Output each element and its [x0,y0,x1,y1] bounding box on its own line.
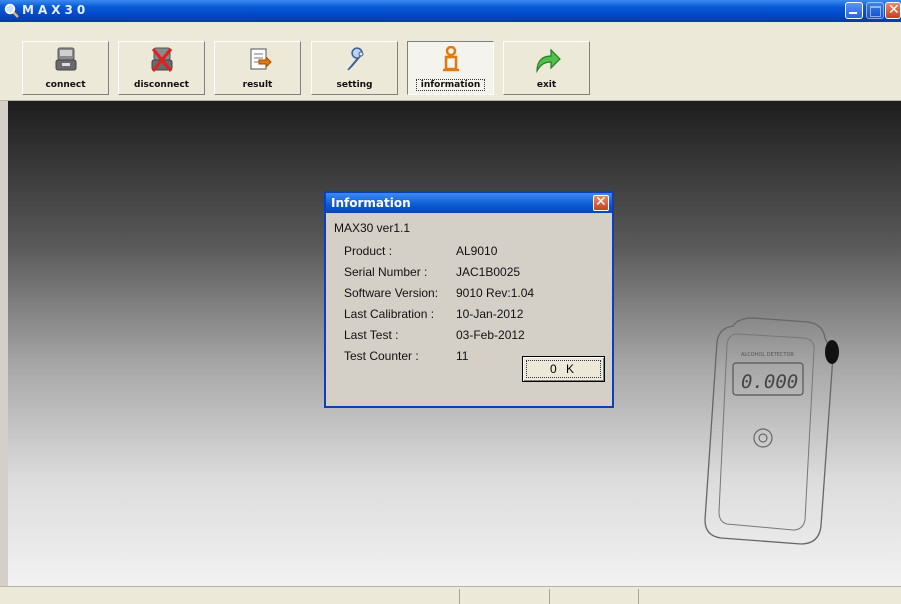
connect-icon [55,47,77,71]
exit-button[interactable]: exit [503,41,590,95]
exit-label: exit [536,80,557,90]
device-brand-text: ALCOHOL DETECTOR [741,352,794,358]
dialog-title: Information [331,196,411,210]
info-key: Last Test : [344,328,399,342]
toolbar: connect disconnect result setting inform… [0,22,901,101]
maximize-icon [870,6,881,17]
window-title: MAX30 [22,3,90,17]
dialog-title-bar[interactable]: Information ✕ [326,193,612,213]
result-label: result [242,80,273,90]
information-label: information [416,79,485,91]
close-icon: ✕ [888,2,900,18]
magnifier-icon [4,3,19,18]
info-key: Last Calibration : [344,307,435,321]
info-key: Product : [344,244,393,258]
status-bar [0,586,901,604]
maximize-button[interactable] [866,2,884,19]
focus-rect [526,360,601,378]
connect-label: connect [45,80,86,90]
info-key: Software Version: [344,286,439,300]
info-value: AL9010 [456,244,498,258]
result-button[interactable]: result [214,41,301,95]
information-icon [443,46,459,72]
status-divider [638,589,639,604]
setting-button[interactable]: setting [311,41,398,95]
status-divider [459,589,460,604]
device-reading: 0.000 [741,371,798,393]
disconnect-button[interactable]: disconnect [118,41,205,95]
ok-button[interactable]: 0 K [522,356,605,382]
connect-button[interactable]: connect [22,41,109,95]
information-dialog[interactable]: Information ✕ MAX30 ver1.1 Product : AL9… [324,191,614,408]
information-button[interactable]: information [407,41,494,95]
info-value: 11 [456,349,469,363]
minimize-icon [849,12,857,14]
disconnect-icon [151,47,173,72]
info-value: JAC1B0025 [456,265,521,279]
minimize-button[interactable] [845,2,863,19]
close-window-button[interactable]: ✕ [885,2,901,19]
info-value: 9010 Rev:1.04 [456,286,535,300]
info-value: 10-Jan-2012 [456,307,524,321]
setting-label: setting [336,80,373,90]
disconnect-label: disconnect [134,80,189,90]
close-icon: ✕ [595,194,607,210]
info-key: Serial Number : [344,265,428,279]
breathalyzer-device-image: ALCOHOL DETECTOR 0.000 [704,317,839,545]
result-icon [250,48,272,70]
wrench-icon [347,47,364,71]
dialog-heading: MAX30 ver1.1 [334,221,411,235]
status-divider [549,589,550,604]
info-key: Test Counter : [344,349,419,363]
dialog-close-button[interactable]: ✕ [593,194,609,211]
title-bar[interactable]: MAX30 ✕ [0,0,901,22]
exit-arrow-icon [536,48,561,74]
info-value: 03-Feb-2012 [456,328,525,342]
